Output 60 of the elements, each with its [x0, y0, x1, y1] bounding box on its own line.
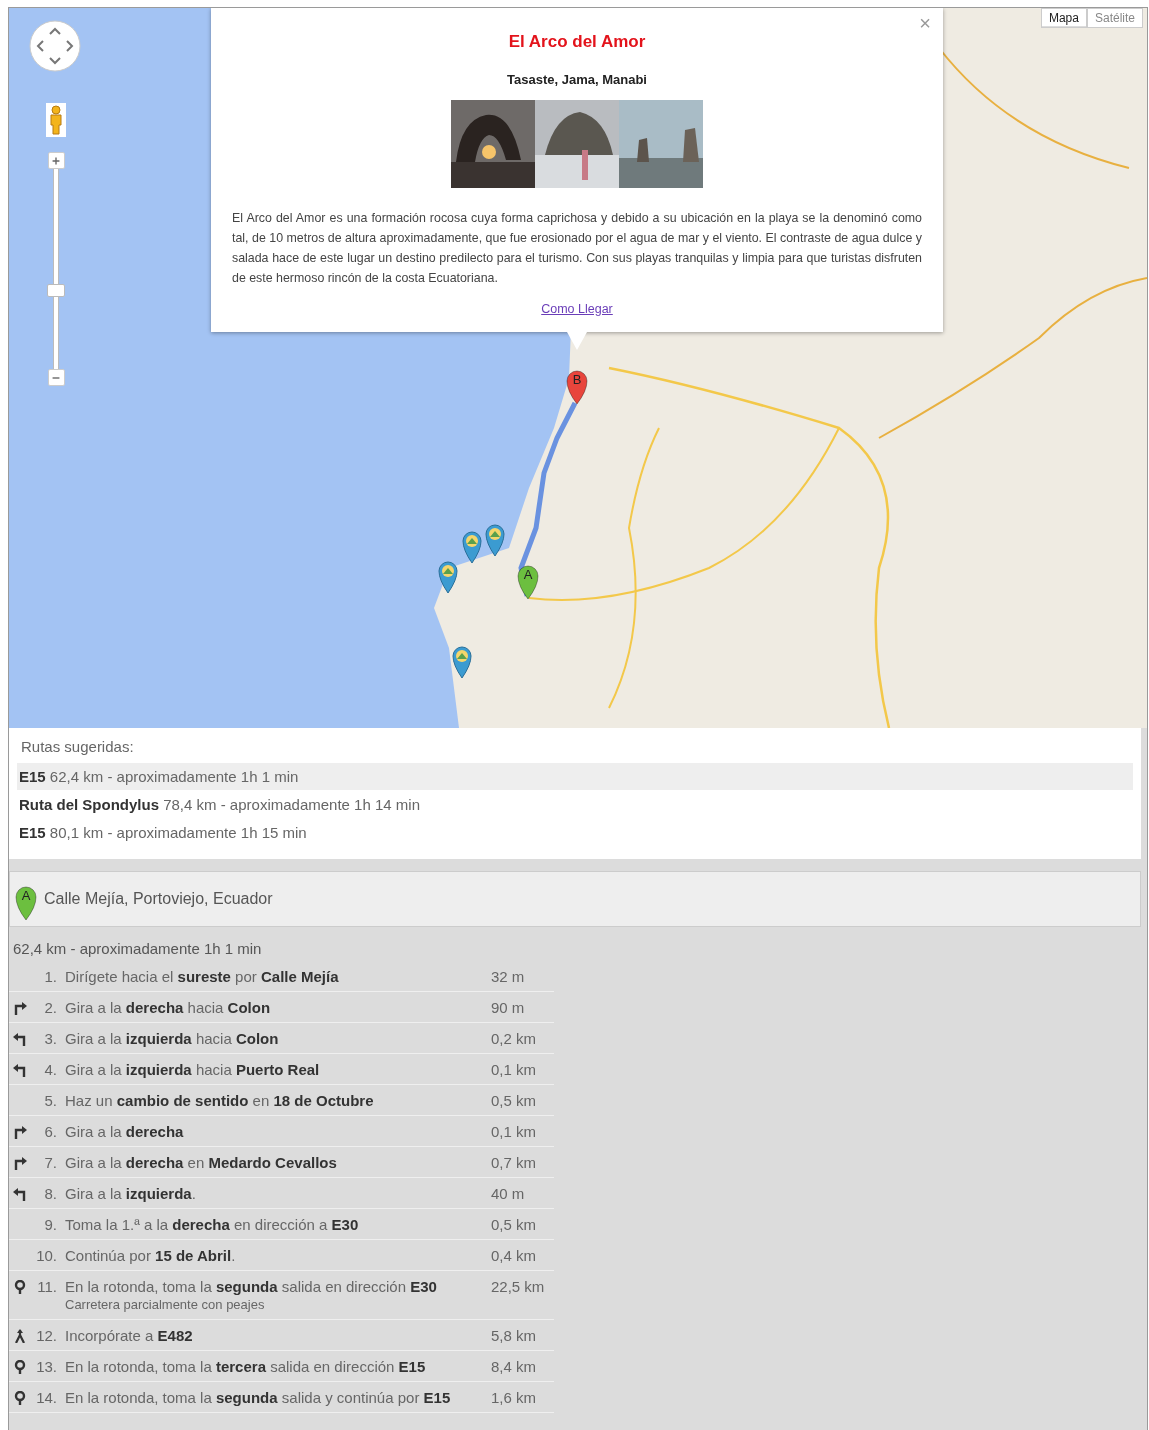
step-number: 9.	[43, 1215, 58, 1234]
step-instruction: Gira a la izquierda hacia Colon	[65, 1029, 279, 1048]
step-distance: 8,4 km	[491, 1357, 537, 1376]
step-number: 11.	[36, 1277, 58, 1296]
roundabout-icon	[13, 1391, 27, 1405]
step-instruction: Haz un cambio de sentido en 18 de Octubre	[65, 1091, 374, 1110]
step-number: 3.	[43, 1029, 58, 1048]
step-instruction: Dirígete hacia el sureste por Calle Mejía	[65, 967, 339, 986]
turn-right-icon	[13, 1001, 27, 1015]
step-distance: 0,2 km	[491, 1029, 537, 1048]
step-instruction: Incorpórate a E482	[65, 1326, 193, 1345]
turn-left-icon	[13, 1063, 27, 1077]
turn-left-icon	[13, 1187, 27, 1201]
step-number: 10.	[35, 1246, 58, 1265]
step-instruction: En la rotonda, toma la tercera salida en dirección E15	[65, 1357, 426, 1376]
step-number: 14.	[35, 1388, 58, 1407]
step-distance: 0,7 km	[491, 1153, 537, 1172]
step-distance: 0,1 km	[491, 1060, 537, 1079]
step-number: 12.	[35, 1326, 58, 1345]
step-instruction: Gira a la izquierda hacia Puerto Real	[65, 1060, 320, 1079]
step-distance: 0,1 km	[491, 1122, 537, 1141]
route-option[interactable]: Ruta del Spondylus 78,4 km - aproximadamente 1h 14 min	[17, 791, 1133, 818]
step-number: 5.	[43, 1091, 58, 1110]
route-option[interactable]: E15 80,1 km - aproximadamente 1h 15 min	[17, 819, 1133, 846]
turn-right-icon	[13, 1125, 27, 1139]
route-summary: 62,4 km - aproximadamente 1h 1 min	[12, 939, 263, 959]
step-instruction: Gira a la derecha	[65, 1122, 184, 1141]
step-distance: 1,6 km	[491, 1388, 537, 1407]
step-number: 7.	[43, 1153, 58, 1172]
step-number: 1.	[43, 967, 58, 986]
step-instruction: Continúa por 15 de Abril.	[65, 1246, 236, 1265]
step-number: 4.	[43, 1060, 58, 1079]
step-distance: 32 m	[491, 967, 526, 986]
step-number: 8.	[43, 1184, 58, 1203]
route-option[interactable]: E15 62,4 km - aproximadamente 1h 1 min	[17, 763, 1133, 790]
step-distance: 5,8 km	[491, 1326, 537, 1345]
step-number: 2.	[43, 998, 58, 1017]
step-instruction: Gira a la izquierda.	[65, 1184, 196, 1203]
step-distance: 40 m	[491, 1184, 526, 1203]
step-number: 13.	[35, 1357, 58, 1376]
roundabout-icon	[13, 1280, 27, 1294]
routes-heading: Rutas sugeridas:	[20, 738, 135, 757]
step-instruction: Gira a la derecha en Medardo Cevallos	[65, 1153, 337, 1172]
step-note: Carretera parcialmente con peajes	[65, 1296, 265, 1314]
turn-right-icon	[13, 1156, 27, 1170]
step-instruction: Gira a la derecha hacia Colon	[65, 998, 271, 1017]
start-address: Calle Mejía, Portoviejo, Ecuador	[44, 890, 273, 908]
step-instruction: En la rotonda, toma la segunda salida y continúa por E15	[65, 1388, 451, 1407]
step-distance: 90 m	[491, 998, 526, 1017]
step-instruction: En la rotonda, toma la segunda salida en dirección E30	[65, 1277, 437, 1296]
turn-left-icon	[13, 1032, 27, 1046]
step-distance: 0,5 km	[491, 1091, 537, 1110]
step-distance: 0,5 km	[491, 1215, 537, 1234]
start-marker: A	[14, 885, 38, 921]
step-distance: 0,4 km	[491, 1246, 537, 1265]
step-instruction: Toma la 1.ª a la derecha en dirección a E30	[65, 1215, 359, 1234]
step-distance: 22,5 km	[491, 1277, 546, 1296]
merge-icon	[13, 1329, 27, 1343]
step-number: 6.	[43, 1122, 58, 1141]
roundabout-icon	[13, 1360, 27, 1374]
